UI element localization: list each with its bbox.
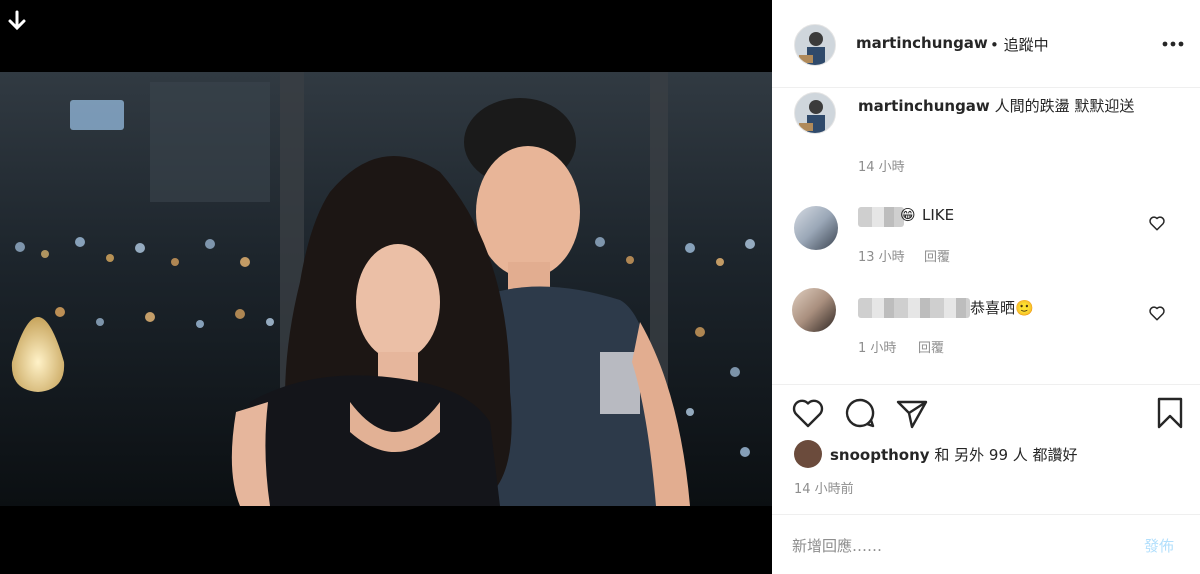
bookmark-icon[interactable] [1152, 395, 1188, 431]
follow-status[interactable]: • 追蹤中 [990, 34, 1049, 55]
likes-summary[interactable]: snoopthony 和 另外 99 人 都讚好 [830, 444, 1078, 465]
comment-text: LIKE [922, 206, 955, 224]
share-icon[interactable] [894, 395, 930, 431]
post-photo [0, 72, 772, 506]
caption-avatar[interactable] [794, 92, 836, 134]
caption-time: 14 小時 [858, 160, 905, 175]
author-username[interactable]: martinchungaw [856, 34, 988, 52]
action-bar [772, 384, 1200, 440]
comment-icon[interactable] [842, 395, 878, 431]
heart-icon[interactable] [790, 395, 826, 431]
comment-time: 13 小時 [858, 250, 905, 265]
download-arrow-icon[interactable] [6, 10, 28, 32]
likes-rest: 和 另外 99 人 都讚好 [934, 446, 1078, 464]
media-viewer [0, 0, 772, 574]
reply-button[interactable]: 回覆 [918, 337, 944, 356]
liker-avatar[interactable] [794, 440, 822, 468]
comment-like-icon[interactable] [1148, 304, 1166, 322]
reply-button[interactable]: 回覆 [924, 246, 950, 265]
post-timestamp: 14 小時前 [794, 482, 854, 497]
comment-avatar[interactable] [794, 206, 838, 250]
add-comment-bar: 發佈 [772, 514, 1200, 574]
caption-text: martinchungaw 人間的跌盪 默默迎送 [858, 94, 1168, 118]
post-header: martinchungaw • 追蹤中 [772, 0, 1200, 88]
comment-avatar[interactable] [792, 288, 836, 332]
post-panel: martinchungaw • 追蹤中 martinchungaw 人間的跌盪 … [772, 0, 1200, 574]
post-comment-button[interactable]: 發佈 [1144, 535, 1174, 556]
blurred-username [858, 207, 904, 227]
liker-username[interactable]: snoopthony [830, 446, 930, 464]
comment-text: 恭喜晒🙂 [970, 299, 1034, 317]
comment-emoji-icon: 😁 [900, 206, 916, 224]
author-avatar[interactable] [794, 24, 836, 66]
blurred-username [858, 298, 970, 318]
add-comment-input[interactable] [792, 535, 1122, 557]
caption-username[interactable]: martinchungaw [858, 97, 990, 115]
more-options-icon[interactable] [1160, 36, 1186, 52]
comment-like-icon[interactable] [1148, 214, 1166, 232]
caption-body: 人間的跌盪 默默迎送 [994, 97, 1135, 115]
comment-time: 1 小時 [858, 341, 897, 356]
